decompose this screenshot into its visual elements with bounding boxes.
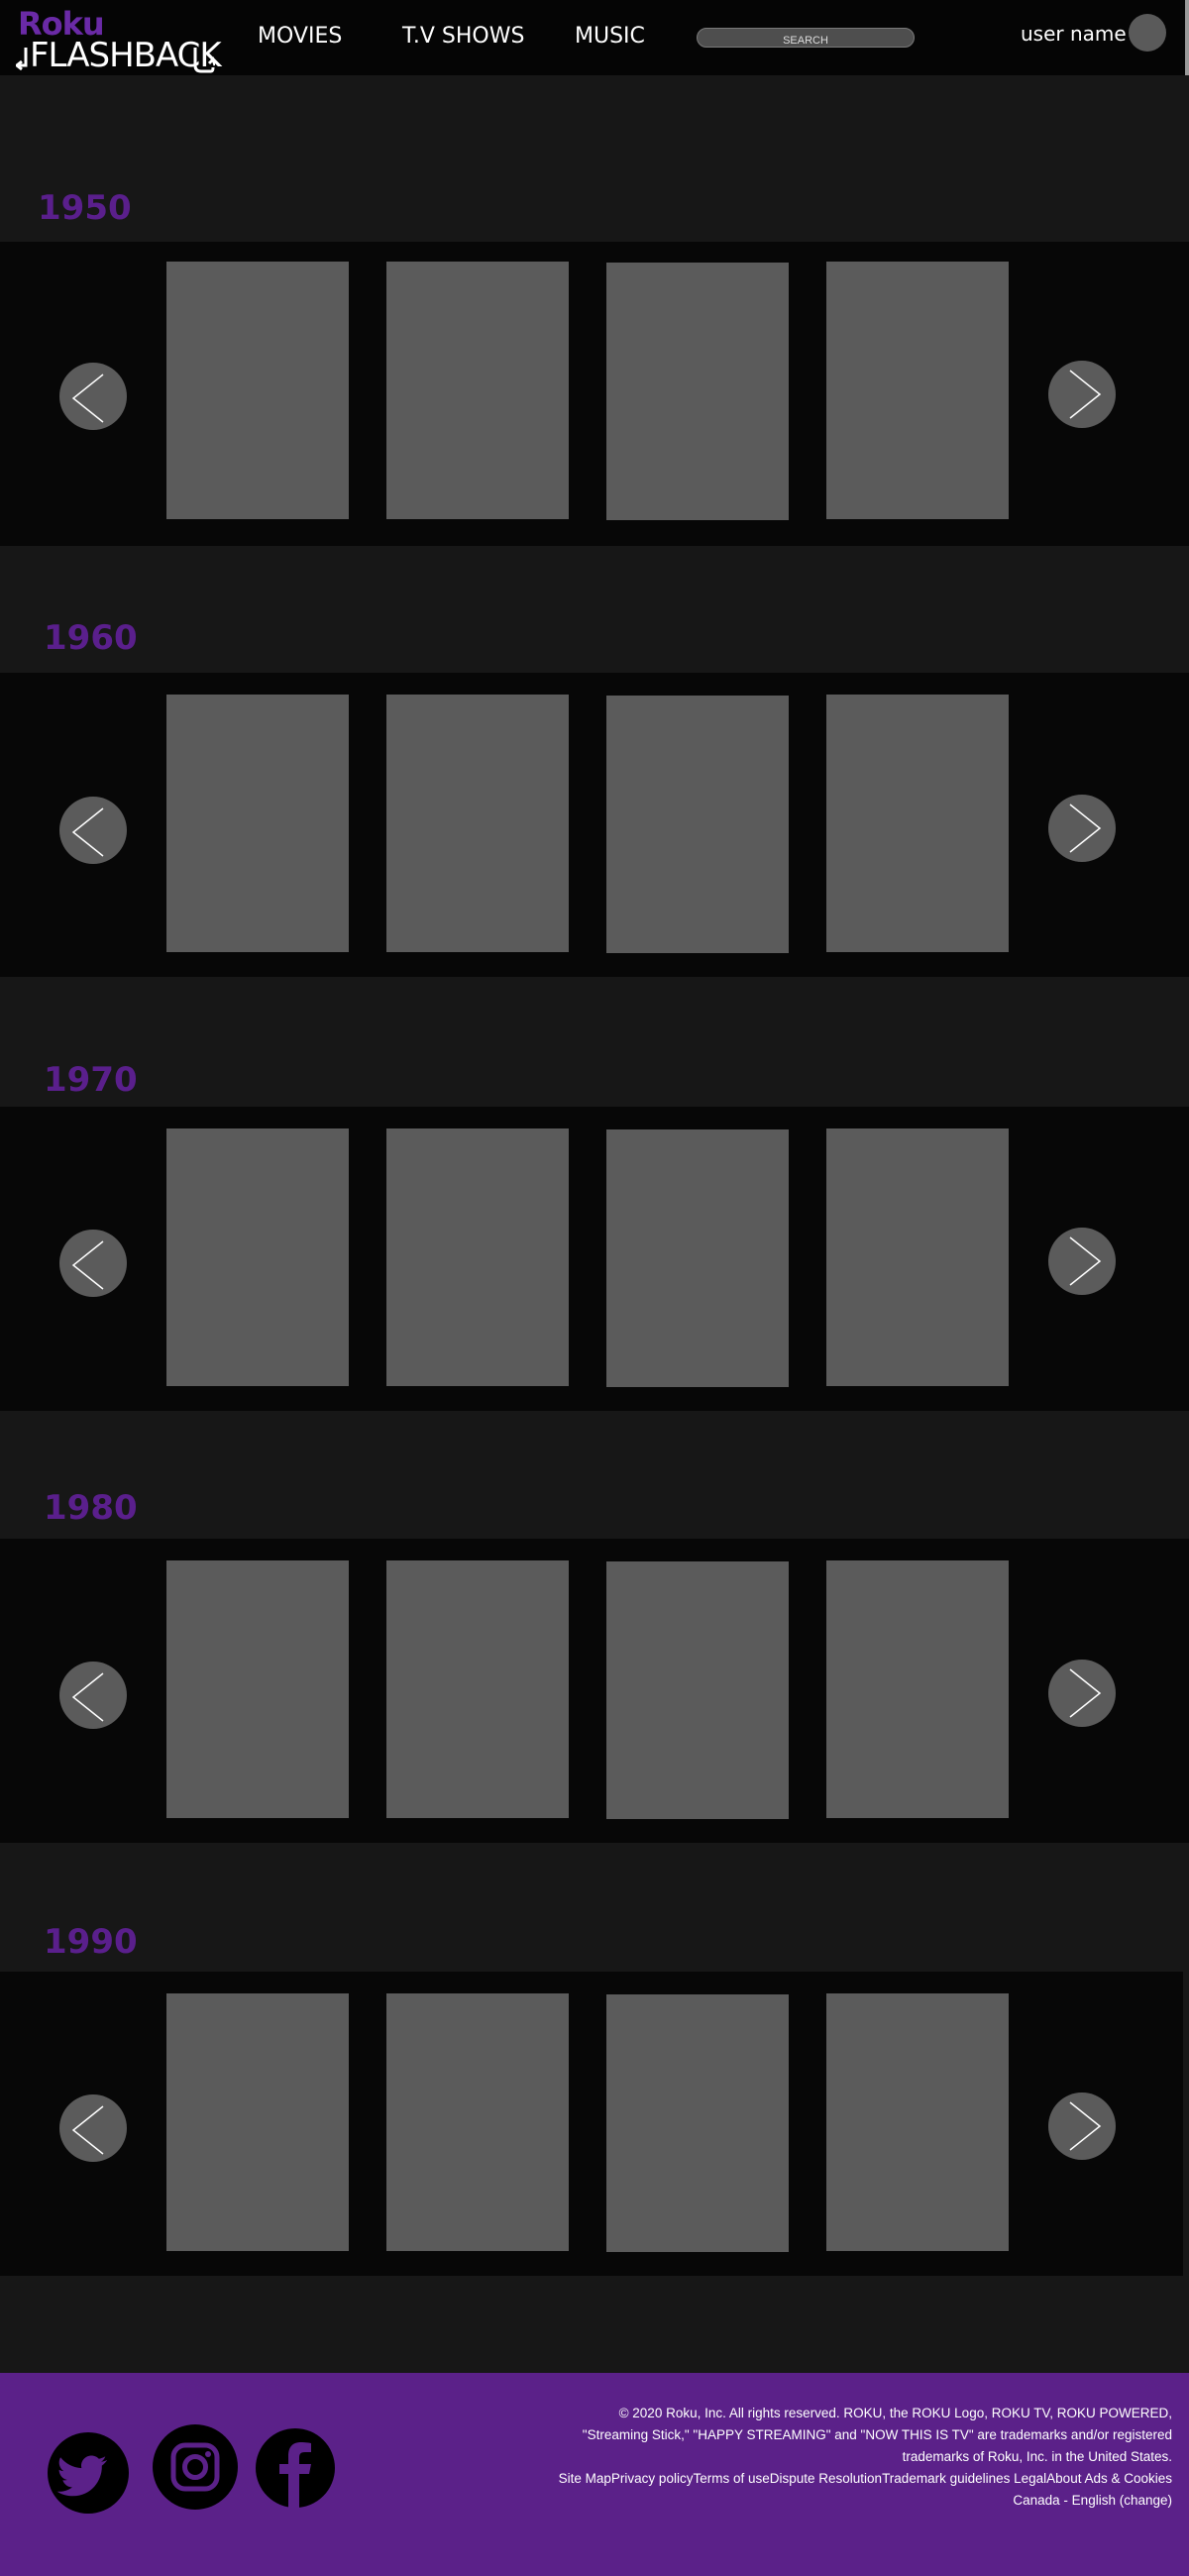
poster-tile[interactable] — [606, 1994, 789, 2252]
nav-tv-shows[interactable]: T.V SHOWS — [402, 24, 524, 49]
top-navigation-bar: Roku FLASHBACK MOVIES T.V SHOWS MUSIC us… — [0, 0, 1189, 75]
chevron-left-icon — [71, 1672, 104, 1722]
chevron-right-icon — [1069, 1236, 1102, 1286]
carousel-prev-button[interactable] — [59, 1662, 127, 1729]
poster-tile[interactable] — [386, 1128, 569, 1386]
user-avatar[interactable] — [1129, 14, 1166, 52]
decade-title-1980: 1980 — [44, 1488, 138, 1528]
carousel-prev-button[interactable] — [59, 1230, 127, 1297]
poster-tile[interactable] — [386, 695, 569, 952]
chevron-left-icon — [71, 2105, 104, 2155]
footer: © 2020 Roku, Inc. All rights reserved. R… — [0, 2373, 1189, 2576]
poster-tile[interactable] — [826, 262, 1009, 519]
carousel-prev-button[interactable] — [59, 363, 127, 430]
poster-tile[interactable] — [386, 262, 569, 519]
carousel-next-button[interactable] — [1048, 2093, 1116, 2160]
facebook-button[interactable] — [256, 2428, 335, 2508]
poster-tile[interactable] — [606, 696, 789, 953]
poster-tile[interactable] — [606, 263, 789, 520]
poster-tile[interactable] — [166, 1560, 349, 1818]
poster-tile[interactable] — [606, 1129, 789, 1387]
carousel-prev-button[interactable] — [59, 2094, 127, 2162]
decade-title-1960: 1960 — [44, 618, 138, 658]
link-legal[interactable]: Legal — [1010, 2471, 1046, 2486]
chevron-left-icon — [71, 374, 104, 423]
carousel-1970 — [0, 1107, 1189, 1411]
nav-music[interactable]: MUSIC — [575, 24, 645, 49]
carousel-next-button[interactable] — [1048, 1228, 1116, 1295]
carousel-next-button[interactable] — [1048, 795, 1116, 862]
twitter-icon — [56, 2455, 107, 2497]
logo-arrow-left-icon — [16, 48, 28, 71]
link-site-map[interactable]: Site Map — [559, 2471, 611, 2486]
carousel-next-button[interactable] — [1048, 1660, 1116, 1727]
carousel-1990 — [0, 1972, 1183, 2276]
carousel-next-button[interactable] — [1048, 361, 1116, 428]
carousel-1980 — [0, 1539, 1189, 1843]
decade-title-1970: 1970 — [44, 1060, 138, 1100]
copyright-text: © 2020 Roku, Inc. All rights reserved. R… — [582, 2406, 1172, 2464]
search-bar[interactable] — [697, 28, 915, 50]
instagram-icon — [170, 2442, 220, 2492]
user-name-label[interactable]: user name — [1021, 22, 1127, 46]
poster-tile[interactable] — [826, 695, 1009, 952]
poster-tile[interactable] — [166, 262, 349, 519]
poster-tile[interactable] — [386, 1560, 569, 1818]
link-trademark-guidelines[interactable]: Trademark guidelines — [882, 2471, 1010, 2486]
logo-flashback-text: FLASHBACK — [16, 38, 222, 73]
chevron-right-icon — [1069, 370, 1102, 419]
chevron-right-icon — [1069, 2101, 1102, 2151]
legal-text-block: © 2020 Roku, Inc. All rights reserved. R… — [558, 2403, 1172, 2512]
poster-tile[interactable] — [166, 1128, 349, 1386]
poster-tile[interactable] — [826, 1560, 1009, 1818]
search-input[interactable] — [698, 32, 914, 50]
chevron-left-icon — [71, 807, 104, 857]
logo-return-arrow-icon — [193, 48, 215, 73]
twitter-button[interactable] — [48, 2432, 129, 2514]
link-about-ads-cookies[interactable]: About Ads & Cookies — [1046, 2471, 1172, 2486]
poster-tile[interactable] — [826, 1993, 1009, 2251]
link-terms-of-use[interactable]: Terms of use — [693, 2471, 769, 2486]
carousel-1960 — [0, 673, 1189, 977]
decade-title-1990: 1990 — [44, 1922, 138, 1962]
chevron-right-icon — [1069, 1668, 1102, 1718]
locale-selector[interactable]: Canada - English (change) — [558, 2490, 1172, 2512]
decade-title-1950: 1950 — [38, 188, 132, 228]
chevron-right-icon — [1069, 804, 1102, 853]
carousel-prev-button[interactable] — [59, 797, 127, 864]
footer-links: Site MapPrivacy policyTerms of useDisput… — [558, 2468, 1172, 2490]
link-privacy-policy[interactable]: Privacy policy — [611, 2471, 694, 2486]
chevron-left-icon — [71, 1240, 104, 1290]
roku-flashback-logo[interactable]: Roku FLASHBACK — [16, 8, 222, 73]
poster-tile[interactable] — [606, 1561, 789, 1819]
poster-tile[interactable] — [386, 1993, 569, 2251]
facebook-icon — [279, 2442, 311, 2508]
instagram-button[interactable] — [153, 2424, 238, 2510]
poster-tile[interactable] — [166, 695, 349, 952]
poster-tile[interactable] — [826, 1128, 1009, 1386]
scrollbar-edge[interactable] — [1185, 0, 1189, 75]
carousel-1950 — [0, 242, 1189, 546]
nav-movies[interactable]: MOVIES — [258, 24, 342, 49]
link-dispute-resolution[interactable]: Dispute Resolution — [770, 2471, 882, 2486]
poster-tile[interactable] — [166, 1993, 349, 2251]
